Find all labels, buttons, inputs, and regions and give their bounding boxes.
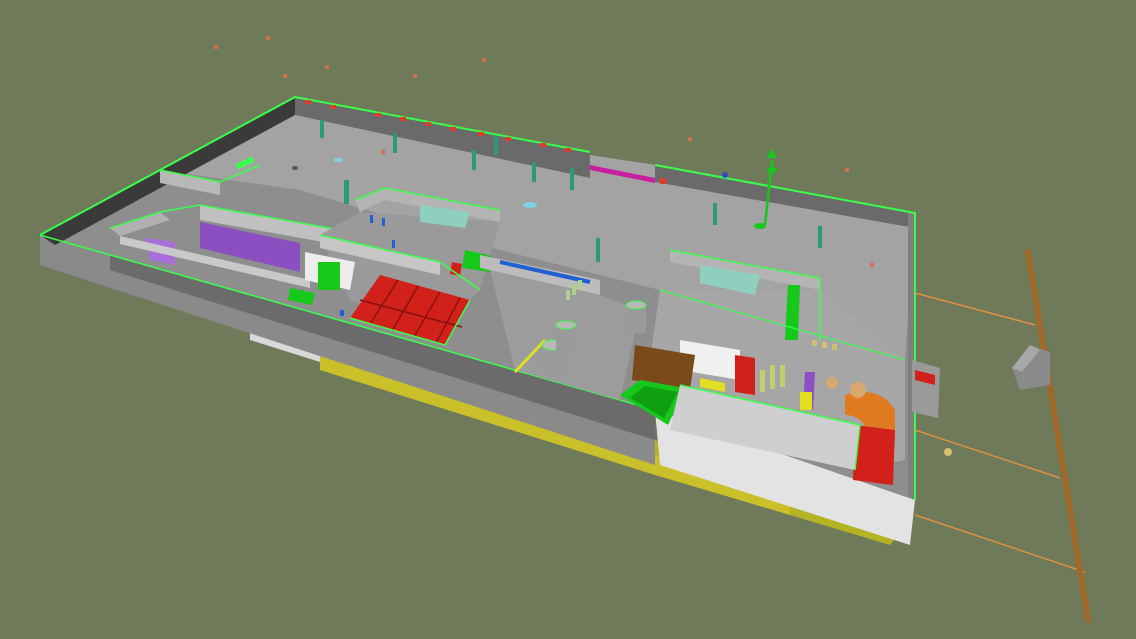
building-model-scene (39, 36, 1091, 623)
east-wall (908, 213, 915, 500)
yellow-box-east (800, 392, 812, 410)
tan-sphere-2 (826, 377, 838, 389)
tan-sphere (850, 382, 866, 398)
east-annex (912, 360, 940, 418)
3d-model-viewport[interactable] (0, 0, 1136, 639)
green-cabinet-core (318, 262, 340, 290)
utility-pole (914, 249, 1091, 623)
red-equipment-east (735, 355, 755, 395)
cable-3 (914, 514, 1086, 573)
cable-2 (914, 429, 1061, 479)
pole-shaft (1025, 249, 1091, 623)
cable-1 (914, 292, 1036, 326)
